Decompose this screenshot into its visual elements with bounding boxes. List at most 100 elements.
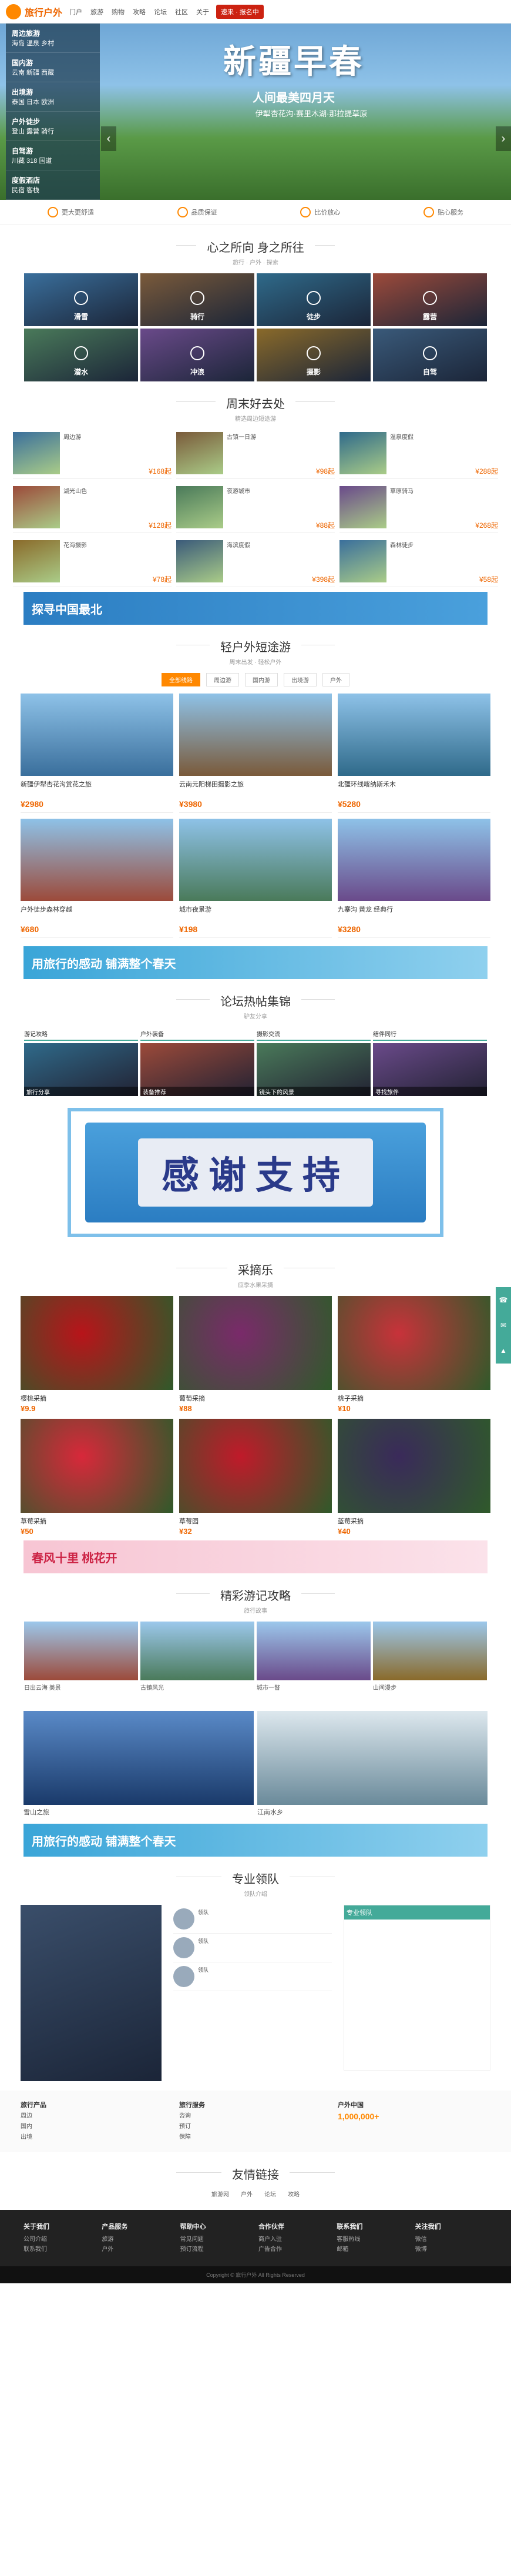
hero-menu-item[interactable]: 国内游 云南 新疆 西藏 bbox=[6, 53, 100, 82]
ad-banner[interactable]: 春风十里 桃花开 bbox=[23, 1540, 488, 1573]
activity-tile[interactable]: 冲浪 bbox=[140, 329, 254, 381]
tour-card[interactable]: 九寨沟 黄龙 经典行 ¥3280 bbox=[338, 819, 490, 938]
nav-item[interactable]: 旅游 bbox=[90, 7, 103, 16]
friend-link[interactable]: 旅游网 bbox=[211, 2189, 229, 2198]
weekend-item[interactable]: 草原骑马 ¥268起 bbox=[339, 484, 498, 533]
activity-tile[interactable]: 露营 bbox=[373, 273, 487, 326]
leader-item[interactable]: 领队 bbox=[173, 1962, 332, 1991]
footer-link[interactable]: 客服热线 bbox=[337, 2235, 409, 2245]
friend-link[interactable]: 攻略 bbox=[288, 2189, 300, 2198]
nav-item[interactable]: 论坛 bbox=[154, 7, 167, 16]
tour-card[interactable]: 户外徒步森林穿越 ¥680 bbox=[21, 819, 173, 938]
nav-item[interactable]: 关于 bbox=[196, 7, 209, 16]
stats-head: 旅行产品 bbox=[21, 2102, 46, 2109]
weekend-item[interactable]: 温泉度假 ¥288起 bbox=[339, 430, 498, 479]
activity-tile[interactable]: 自驾 bbox=[373, 329, 487, 381]
weekend-item[interactable]: 周边游 ¥168起 bbox=[13, 430, 172, 479]
fruit-card[interactable]: 草莓采摘 ¥50 bbox=[21, 1419, 173, 1536]
fruit-card[interactable]: 樱桃采摘 ¥9.9 bbox=[21, 1296, 173, 1413]
nav-item[interactable]: 购物 bbox=[112, 7, 125, 16]
weekend-item[interactable]: 森林徒步 ¥58起 bbox=[339, 538, 498, 587]
hero-menu-item[interactable]: 户外徒步 登山 露营 骑行 bbox=[6, 112, 100, 141]
tour-card[interactable]: 新疆伊犁杏花沟赏花之旅 ¥2980 bbox=[21, 694, 173, 813]
tour-card[interactable]: 云南元阳梯田摄影之旅 ¥3980 bbox=[179, 694, 332, 813]
hero-menu-item[interactable]: 周边旅游 海岛 温泉 乡村 bbox=[6, 24, 100, 53]
site-logo[interactable]: 旅行户外 bbox=[6, 4, 62, 19]
stats-link[interactable]: 出境 bbox=[21, 2132, 173, 2143]
tour-price: ¥3280 bbox=[338, 921, 490, 938]
weekend-item[interactable]: 湖光山色 ¥128起 bbox=[13, 484, 172, 533]
ad-banner[interactable]: 用旅行的感动 铺满整个春天 bbox=[23, 946, 488, 979]
footer-link[interactable]: 公司介绍 bbox=[23, 2235, 96, 2245]
travel-card[interactable]: 城市一瞥 bbox=[257, 1622, 371, 1706]
forum-head[interactable]: 结伴同行 bbox=[373, 1027, 487, 1041]
footer-link[interactable]: 户外 bbox=[102, 2245, 174, 2255]
friend-link[interactable]: 户外 bbox=[241, 2189, 253, 2198]
tour-price: ¥2980 bbox=[21, 796, 173, 813]
travel-card[interactable]: 日出云海 美景 bbox=[24, 1622, 138, 1706]
tour-tab[interactable]: 全部线路 bbox=[162, 673, 200, 686]
footer-link[interactable]: 预订流程 bbox=[180, 2245, 253, 2255]
tour-tab[interactable]: 周边游 bbox=[206, 673, 239, 686]
hero-menu-item[interactable]: 度假酒店 民宿 客栈 bbox=[6, 170, 100, 200]
forum-head[interactable]: 游记攻略 bbox=[24, 1027, 138, 1041]
stats-link[interactable]: 周边 bbox=[21, 2111, 173, 2122]
activity-tile[interactable]: 潜水 bbox=[24, 329, 138, 381]
footer-link[interactable]: 微博 bbox=[415, 2245, 488, 2255]
leader-item[interactable]: 领队 bbox=[173, 1905, 332, 1934]
weekend-text: 湖光山色 ¥128起 bbox=[63, 486, 172, 530]
footer-link[interactable]: 广告合作 bbox=[258, 2245, 331, 2255]
fruit-card[interactable]: 草莓园 ¥32 bbox=[179, 1419, 332, 1536]
ad-banner[interactable]: 用旅行的感动 铺满整个春天 bbox=[23, 1824, 488, 1857]
tour-card[interactable]: 城市夜景游 ¥198 bbox=[179, 819, 332, 938]
weekend-item[interactable]: 花海摄影 ¥78起 bbox=[13, 538, 172, 587]
tour-name: 新疆伊犁杏花沟赏花之旅 bbox=[21, 781, 92, 788]
footer-link[interactable]: 旅游 bbox=[102, 2235, 174, 2245]
activity-tile[interactable]: 徒步 bbox=[257, 273, 371, 326]
footer-link[interactable]: 微信 bbox=[415, 2235, 488, 2245]
stats-link[interactable]: 国内 bbox=[21, 2122, 173, 2132]
footer-link[interactable]: 联系我们 bbox=[23, 2245, 96, 2255]
footer-link[interactable]: 常见问题 bbox=[180, 2235, 253, 2245]
travel-big-card[interactable]: 雪山之旅 bbox=[23, 1711, 254, 1819]
travel-card[interactable]: 古镇风光 bbox=[140, 1622, 254, 1706]
stats-link[interactable]: 保障 bbox=[179, 2132, 332, 2143]
activity-tile[interactable]: 滑雪 bbox=[24, 273, 138, 326]
friend-link[interactable]: 论坛 bbox=[264, 2189, 276, 2198]
forum-head[interactable]: 摄影交流 bbox=[257, 1027, 371, 1041]
hero-menu-item[interactable]: 自驾游 川藏 318 国道 bbox=[6, 141, 100, 170]
tour-tab[interactable]: 出境游 bbox=[284, 673, 317, 686]
top-icon[interactable]: ▲ bbox=[500, 1346, 507, 1355]
leader-item[interactable]: 领队 bbox=[173, 1934, 332, 1962]
chat-icon[interactable]: ✉ bbox=[500, 1321, 506, 1329]
travel-card[interactable]: 山间漫步 bbox=[373, 1622, 487, 1706]
forum-head[interactable]: 户外装备 bbox=[140, 1027, 254, 1041]
weekend-item[interactable]: 夜游城市 ¥88起 bbox=[176, 484, 335, 533]
activity-tile[interactable]: 骑行 bbox=[140, 273, 254, 326]
prev-arrow-icon[interactable]: ‹ bbox=[101, 126, 116, 151]
nav-item[interactable]: 门户 bbox=[69, 7, 82, 16]
weekend-item[interactable]: 海滨度假 ¥398起 bbox=[176, 538, 335, 587]
weekend-item[interactable]: 古镇一日游 ¥98起 bbox=[176, 430, 335, 479]
tour-tab[interactable]: 户外 bbox=[322, 673, 349, 686]
header-ad[interactable]: 速来 · 报名中 bbox=[216, 4, 264, 19]
stats-link[interactable]: 咨询 bbox=[179, 2111, 332, 2122]
fruit-card[interactable]: 蓝莓采摘 ¥40 bbox=[338, 1419, 490, 1536]
tour-tab[interactable]: 国内游 bbox=[245, 673, 278, 686]
feature-icon bbox=[423, 207, 435, 217]
section-title: 采摘乐 bbox=[0, 1261, 511, 1278]
ad-banner[interactable]: 探寻中国最北 bbox=[23, 592, 488, 625]
phone-icon[interactable]: ☎ bbox=[499, 1296, 508, 1304]
nav-item[interactable]: 攻略 bbox=[133, 7, 146, 16]
footer-link[interactable]: 商户入驻 bbox=[258, 2235, 331, 2245]
travel-big-card[interactable]: 江南水乡 bbox=[257, 1711, 488, 1819]
next-arrow-icon[interactable]: › bbox=[496, 126, 511, 151]
fruit-card[interactable]: 桃子采摘 ¥10 bbox=[338, 1296, 490, 1413]
stats-link[interactable]: 预订 bbox=[179, 2122, 332, 2132]
fruit-card[interactable]: 葡萄采摘 ¥88 bbox=[179, 1296, 332, 1413]
tour-card[interactable]: 北疆环线喀纳斯禾木 ¥5280 bbox=[338, 694, 490, 813]
hero-menu-item[interactable]: 出境游 泰国 日本 欧洲 bbox=[6, 82, 100, 112]
activity-tile[interactable]: 摄影 bbox=[257, 329, 371, 381]
nav-item[interactable]: 社区 bbox=[175, 7, 188, 16]
footer-link[interactable]: 邮箱 bbox=[337, 2245, 409, 2255]
